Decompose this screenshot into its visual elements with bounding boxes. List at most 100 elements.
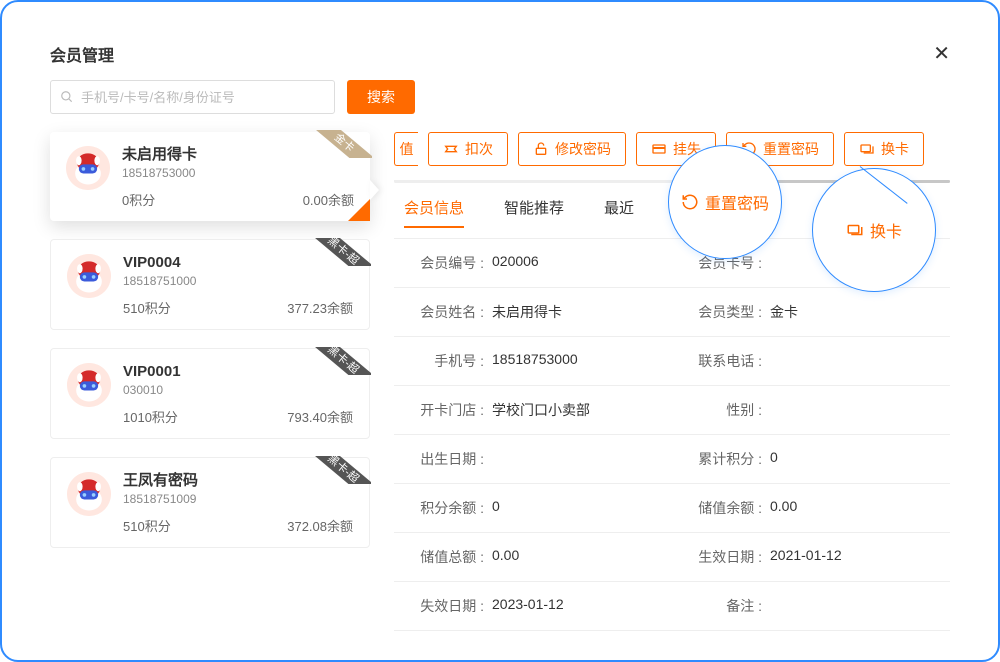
detail-cell: 出生日期 : [394,435,672,484]
content-row: 金卡未启用得卡185187530000积分0.00余额黑卡-超VIP000418… [30,132,970,631]
member-balance: 0.00余额 [303,190,354,209]
search-button[interactable]: 搜索 [347,80,415,114]
card-ribbon-label: 黑卡-超 [301,238,371,266]
detail-cell: 开卡门店 :学校门口小卖部 [394,386,672,435]
member-phone: 030010 [123,383,353,397]
detail-value: 2023-01-12 [484,596,664,616]
zoom-reset-password-callout: 重置密码 [668,145,782,259]
detail-label: 开卡门店 : [402,400,484,420]
detail-label: 会员类型 : [680,302,762,322]
search-input[interactable] [50,80,335,114]
detail-label: 出生日期 : [402,449,484,469]
detail-cell: 性别 : [672,386,950,435]
avatar [67,363,111,407]
member-points: 0积分 [122,190,155,209]
lock-open-button[interactable]: 修改密码 [518,132,626,166]
detail-value: 0 [484,498,664,518]
modal-header: 会员管理 ✕ [30,30,970,80]
member-phone: 18518751009 [123,492,353,506]
tab-2[interactable]: 最近 [604,197,634,228]
detail-value: 18518753000 [484,351,664,371]
detail-label: 会员编号 : [402,253,484,273]
close-icon[interactable]: ✕ [933,44,950,64]
card-ribbon-label: 黑卡-超 [301,456,371,484]
detail-cell: 储值余额 :0.00 [672,484,950,533]
detail-label: 会员姓名 : [402,302,484,322]
toolbar-prev-fragment[interactable]: 值 [394,132,418,166]
tab-0[interactable]: 会员信息 [404,197,464,228]
detail-label: 手机号 : [402,351,484,371]
detail-label: 生效日期 : [680,547,762,567]
detail-value [762,351,942,371]
detail-value: 未启用得卡 [484,302,664,322]
avatar [67,254,111,298]
app-frame: 会员管理 ✕ 搜索 金卡未启用得卡185187530000积分0.00余额黑卡-… [0,0,1000,662]
member-detail-panel: 值 扣次修改密码挂失重置密码换卡 会员信息智能推荐最近卡 会员编号 :02000… [370,132,950,631]
zoom-reset-label: 重置密码 [705,190,769,214]
card-ribbon: 黑卡-超 [301,456,371,484]
member-balance: 372.08余额 [287,516,353,535]
member-list: 金卡未启用得卡185187530000积分0.00余额黑卡-超VIP000418… [50,132,370,631]
detail-cell: 联系电话 : [672,337,950,386]
detail-label: 失效日期 : [402,596,484,616]
detail-grid: 会员编号 :020006会员卡号 :会员姓名 :未启用得卡会员类型 :金卡手机号… [394,238,950,631]
detail-value [484,449,664,469]
ticket-button[interactable]: 扣次 [428,132,508,166]
member-points: 1010积分 [123,407,178,426]
toolbar-btn-label: 修改密码 [555,139,611,159]
reset-icon [681,193,699,211]
detail-value: 0.00 [762,498,942,518]
detail-cell: 会员姓名 :未启用得卡 [394,288,672,337]
detail-cell: 积分余额 :0 [394,484,672,533]
search-input-wrap [50,80,335,114]
member-card[interactable]: 黑卡-超王凤有密码18518751009510积分372.08余额 [50,457,370,548]
detail-row: 积分余额 :0储值余额 :0.00 [394,484,950,533]
detail-value: 学校门口小卖部 [484,400,664,420]
ticket-icon [443,141,459,157]
detail-cell: 累计积分 :0 [672,435,950,484]
detail-value: 0.00 [484,547,664,567]
detail-row: 会员姓名 :未启用得卡会员类型 :金卡 [394,288,950,337]
detail-value: 金卡 [762,302,942,322]
swap-card-icon [859,141,875,157]
zoom-swap-label: 换卡 [870,218,902,242]
search-row: 搜索 [30,80,970,132]
detail-label: 累计积分 : [680,449,762,469]
detail-cell: 备注 : [672,582,950,631]
detail-row: 开卡门店 :学校门口小卖部性别 : [394,386,950,435]
detail-label: 积分余额 : [402,498,484,518]
detail-label: 备注 : [680,596,762,616]
member-card[interactable]: 黑卡-超VIP00010300101010积分793.40余额 [50,348,370,439]
selected-corner [348,199,370,221]
detail-row: 失效日期 :2023-01-12 备注 : [394,582,950,631]
detail-cell: 生效日期 :2021-01-12 [672,533,950,582]
search-icon [60,90,74,104]
card-ribbon-label: 黑卡-超 [301,347,371,375]
avatar [67,472,111,516]
detail-value [762,596,942,616]
toolbar-btn-label: 扣次 [465,139,493,159]
member-card[interactable]: 金卡未启用得卡185187530000积分0.00余额 [50,132,370,221]
detail-cell: 会员编号 :020006 [394,239,672,288]
avatar [66,146,110,190]
detail-value: 0 [762,449,942,469]
zoom-swap-card-callout: 换卡 [812,168,936,292]
card-lost-icon [651,141,667,157]
detail-label: 性别 : [680,400,762,420]
card-ribbon: 黑卡-超 [301,347,371,375]
detail-cell: 失效日期 :2023-01-12 [394,582,672,631]
detail-row: 手机号 :18518753000联系电话 : [394,337,950,386]
detail-value: 020006 [484,253,664,273]
swap-card-button[interactable]: 换卡 [844,132,924,166]
card-ribbon: 金卡 [302,130,372,158]
member-points: 510积分 [123,516,171,535]
card-ribbon-label: 金卡 [302,130,372,158]
member-phone: 18518751000 [123,274,353,288]
lock-open-icon [533,141,549,157]
tab-1[interactable]: 智能推荐 [504,197,564,228]
card-ribbon: 黑卡-超 [301,238,371,266]
toolbar-btn-label: 换卡 [881,139,909,159]
detail-cell: 手机号 :18518753000 [394,337,672,386]
member-card[interactable]: 黑卡-超VIP000418518751000510积分377.23余额 [50,239,370,330]
member-balance: 377.23余额 [287,298,353,317]
